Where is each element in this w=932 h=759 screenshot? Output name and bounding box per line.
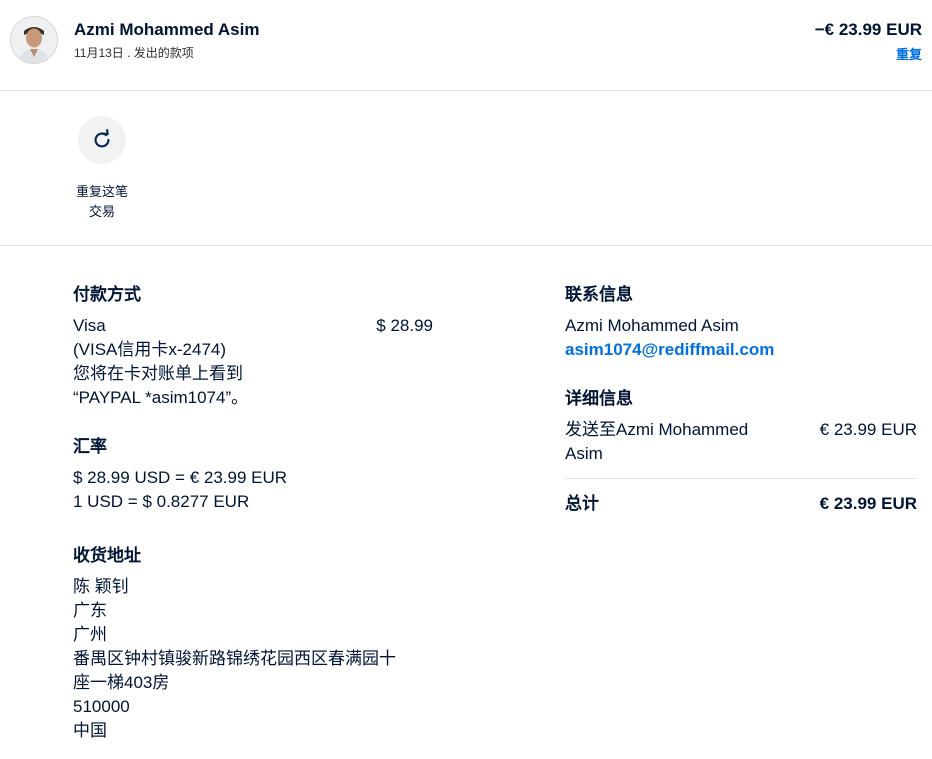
repeat-label-line2: 交易 [88,204,115,219]
shipping-address-title: 收货地址 [73,546,141,565]
details-divider [565,478,917,479]
repeat-label-line1: 重复这笔 [75,184,128,199]
address-unit: 座一梯403房 [73,673,170,692]
refresh-icon [94,129,110,148]
avatar [10,16,58,64]
statement-note: 您将在卡对账单上看到 [73,364,243,383]
left-column: 付款方式 Visa $ 28.99 (VISA信用卡x-2474) 您将在卡对账… [73,284,433,743]
right-column: 联系信息 Azmi Mohammed Asim asim1074@rediffm… [565,284,917,516]
shipping-address-section: 收货地址 陈 颖钊 广东 广州 番禺区钟村镇骏新路锦绣花园西区春满园十 座一梯4… [73,545,433,743]
exchange-rate-title: 汇率 [73,437,107,456]
header-divider [0,90,932,91]
address-country: 中国 [73,721,107,740]
details-item-line2: Asim [565,444,603,463]
total-row: 总计 € 23.99 EUR [565,492,917,516]
contact-info-title: 联系信息 [565,285,633,304]
recipient-name: 陈 颖钊 [73,577,129,596]
repeat-transaction-button[interactable]: 重复这笔 交易 [70,116,134,222]
contact-email-link[interactable]: asim1074@rediffmail.com [565,340,774,359]
transaction-date-type: 11月13日 . 发出的款项 [74,46,194,60]
action-divider [0,245,932,246]
payment-amount: $ 28.99 [376,316,433,335]
details-item-row: 发送至Azmi Mohammed Asim € 23.99 EUR [565,418,917,466]
total-amount: € 23.99 EUR [819,494,917,513]
exchange-rate-section: 汇率 $ 28.99 USD = € 23.99 EUR 1 USD = $ 0… [73,436,433,514]
total-label: 总计 [565,494,599,513]
contact-info-section: 联系信息 Azmi Mohammed Asim asim1074@rediffm… [565,284,917,362]
address-province: 广东 [73,601,107,620]
details-section: 详细信息 发送至Azmi Mohammed Asim € 23.99 EUR 总… [565,388,917,516]
payment-method-name: Visa [73,316,106,335]
address-city: 广州 [73,625,107,644]
counterparty-name: Azmi Mohammed Asim [74,20,260,39]
address-street: 番禺区钟村镇骏新路锦绣花园西区春满园十 [73,649,396,668]
details-title: 详细信息 [565,389,633,408]
exchange-conversion: $ 28.99 USD = € 23.99 EUR [73,468,288,487]
payment-method-section: 付款方式 Visa $ 28.99 (VISA信用卡x-2474) 您将在卡对账… [73,284,433,410]
contact-name: Azmi Mohammed Asim [565,316,739,335]
repeat-icon-circle[interactable] [78,116,126,164]
exchange-unit-rate: 1 USD = $ 0.8277 EUR [73,492,250,511]
repeat-link[interactable]: 重复 [896,44,922,63]
statement-descriptor: “PAYPAL *asim1074”。 [73,388,249,407]
payment-method-title: 付款方式 [73,285,141,304]
details-item-amount: € 23.99 EUR [819,420,917,439]
address-postcode: 510000 [73,697,130,716]
transaction-header: Azmi Mohammed Asim 11月13日 . 发出的款项 −€ 23.… [0,0,932,90]
transaction-amount: −€ 23.99 EUR [814,20,922,39]
avatar-photo [11,17,57,63]
card-info: (VISA信用卡x-2474) [73,340,227,359]
details-item-line1: 发送至Azmi Mohammed [565,420,749,439]
repeat-transaction-label: 重复这笔 交易 [70,182,134,222]
